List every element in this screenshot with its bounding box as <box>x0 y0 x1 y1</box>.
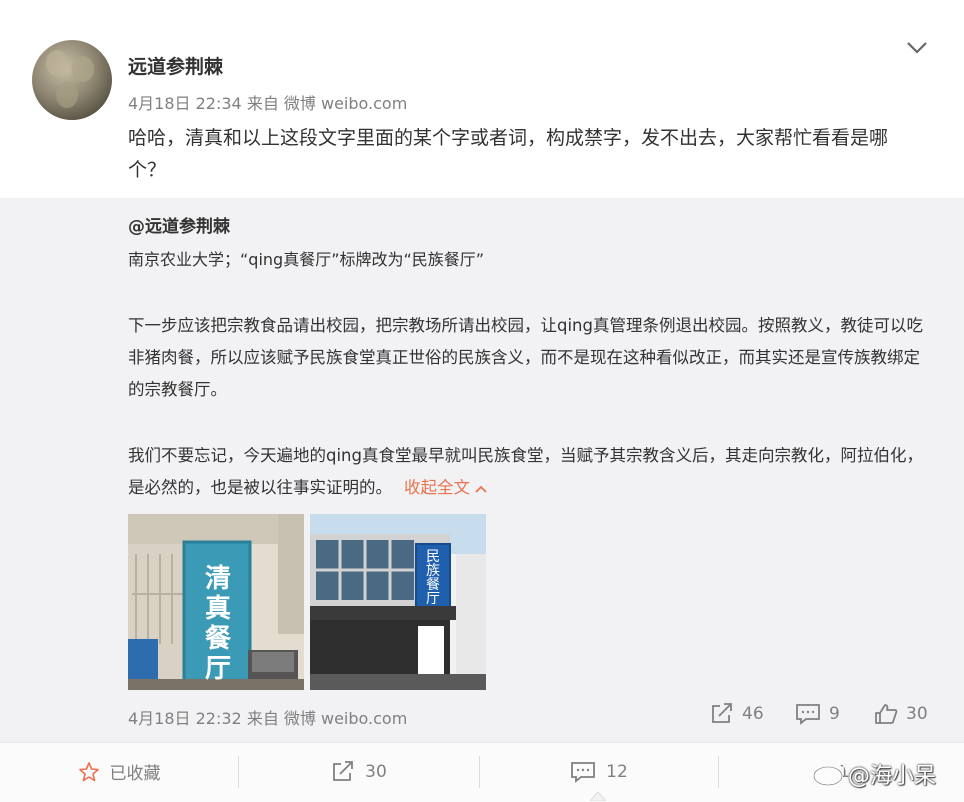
comment-caret-icon <box>590 791 606 801</box>
post-text: 哈哈，清真和以上这段文字里面的某个字或者词，构成禁字，发不出去，大家帮忙看看是哪… <box>128 127 889 181</box>
quoted-like-button[interactable]: 30 <box>874 703 928 725</box>
weibo-logo-icon <box>813 762 847 786</box>
author-name[interactable]: 远道参荆棘 <box>128 52 223 79</box>
repost-icon <box>712 703 732 723</box>
chevron-up-icon <box>475 485 487 493</box>
comment-count[interactable]: 12 <box>606 762 628 782</box>
photo-thumbnail[interactable]: 民族餐厅 <box>310 514 486 690</box>
quoted-paragraph: 我们不要忘记，今天遍地的qing真食堂最早就叫民族食堂，当赋予其宗教含义后，其走… <box>128 440 928 504</box>
photo1-sign-text: 清真餐厅 <box>204 564 231 684</box>
repost-count[interactable]: 30 <box>365 762 387 782</box>
quoted-meta: 4月18日 22:32 来自 微博 weibo.com <box>128 709 408 728</box>
quoted-repost-button[interactable]: 46 <box>710 703 764 725</box>
collapse-button[interactable]: 收起全文 <box>404 478 488 497</box>
author-avatar[interactable] <box>32 40 112 120</box>
quoted-like-count[interactable]: 30 <box>906 704 928 724</box>
photo2-sign-text: 民族餐厅 <box>426 549 440 607</box>
watermark: @海小呆 <box>848 764 937 789</box>
comment-icon <box>571 761 596 783</box>
collapse-label[interactable]: 收起全文 <box>404 478 470 497</box>
quoted-author[interactable]: @远道参荆棘 <box>128 212 230 237</box>
repost-icon <box>333 760 354 781</box>
comment-icon <box>796 704 820 725</box>
quoted-headline: 南京农业大学；“qing真餐厅”标牌改为“民族餐厅” <box>128 250 485 269</box>
chevron-down-icon[interactable] <box>905 38 929 58</box>
like-icon <box>875 704 898 724</box>
repost-button[interactable]: 30 <box>239 742 479 801</box>
photo-thumbnail[interactable]: 清真餐厅 <box>128 514 304 690</box>
favorite-label[interactable]: 已收藏 <box>110 759 161 784</box>
quoted-paragraph-text: 我们不要忘记，今天遍地的qing真食堂最早就叫民族食堂，当赋予其宗教含义后，其走… <box>128 446 923 497</box>
quoted-comment-button[interactable]: 9 <box>795 703 840 725</box>
quoted-paragraph: 下一步应该把宗教食品请出校园，把宗教场所请出校园，让qing真管理条例退出校园。… <box>128 316 923 399</box>
favorite-button[interactable]: 已收藏 <box>0 742 238 801</box>
quoted-comment-count[interactable]: 9 <box>829 704 840 724</box>
post-meta: 4月18日 22:34 来自 微博 weibo.com <box>128 94 408 113</box>
quoted-repost-count[interactable]: 46 <box>742 704 764 724</box>
star-icon <box>78 761 99 781</box>
